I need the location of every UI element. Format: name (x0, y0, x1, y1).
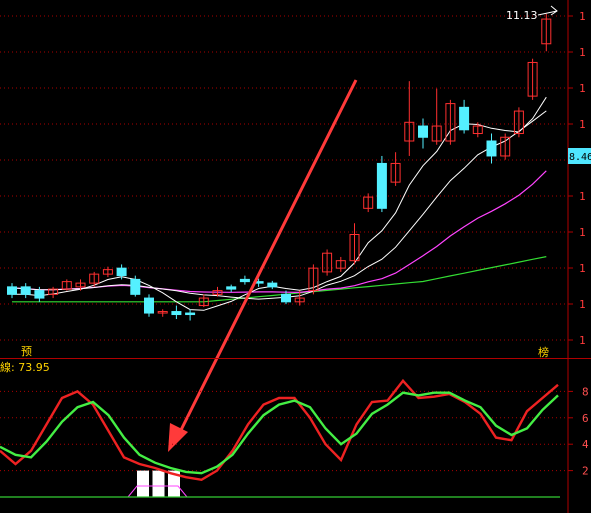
trend-arrow-head (168, 423, 188, 452)
stock-chart: 1111111111 11.13 8.46 预 榜 8642 線: 73.95 (0, 0, 591, 513)
price-axis-tick-label: 1 (579, 334, 586, 347)
candle-body (171, 311, 182, 316)
price-axis-tick-label: 1 (579, 190, 586, 203)
price-axis-tick-label: 1 (579, 46, 586, 59)
price-tag: 8.46 (568, 148, 591, 164)
candle-body (418, 125, 428, 138)
candle-body (267, 282, 278, 288)
indicator-fast-line (0, 378, 559, 482)
candle-body (226, 286, 237, 290)
price-tag-label: 8.46 (569, 152, 591, 163)
indicator-axis-ticks: 8 6 4 2 (568, 385, 589, 478)
price-axis-tick-label: 1 (579, 226, 586, 239)
candles (7, 13, 552, 321)
price-axis-tick-label: 1 (579, 298, 586, 311)
ma-10-line (11, 110, 547, 300)
price-axis-tick-label: 1 (579, 118, 586, 131)
price-high-label: 11.13 (506, 9, 538, 22)
indicator-title: 線: 73.95 (0, 360, 50, 374)
high-callout: 11.13 (506, 5, 558, 22)
indicator-axis-tick-label: 8 (582, 385, 589, 398)
candle-body (7, 286, 17, 295)
indicator-axis-tick-label: 6 (582, 412, 589, 425)
trend-arrow-line (176, 79, 358, 437)
candle-body (20, 286, 31, 295)
candle-body (185, 312, 196, 316)
indicator-panel: 8 6 4 2 線: 73.95 (0, 359, 589, 513)
price-axis-tick-label: 1 (579, 10, 586, 23)
candle-body (34, 290, 45, 299)
candle-body (486, 140, 497, 157)
left-marker: 预 (21, 345, 32, 358)
candle-body (116, 267, 127, 277)
indicator-lines (0, 378, 559, 482)
candle-body (130, 278, 141, 295)
price-grid (0, 15, 568, 341)
price-axis-tick-label: 1 (579, 82, 586, 95)
candle-body (459, 106, 470, 131)
indicator-slow-line (0, 391, 559, 475)
price-axis-ticks: 1111111111 (568, 10, 586, 347)
candle-body (239, 278, 250, 283)
ma-long-line (12, 256, 547, 303)
indicator-axis-tick-label: 2 (582, 465, 589, 478)
indicator-axis-tick-label: 4 (582, 438, 589, 451)
signal-bar (137, 470, 149, 497)
signal-bar (152, 470, 165, 497)
price-axis-tick-label: 1 (579, 262, 586, 275)
candle-body (144, 297, 154, 314)
candle-body (281, 293, 291, 303)
price-panel: 1111111111 11.13 8.46 预 榜 (0, 0, 591, 452)
candle-body (376, 162, 387, 209)
high-callout-arrowhead (550, 5, 558, 16)
right-marker: 榜 (538, 345, 549, 359)
